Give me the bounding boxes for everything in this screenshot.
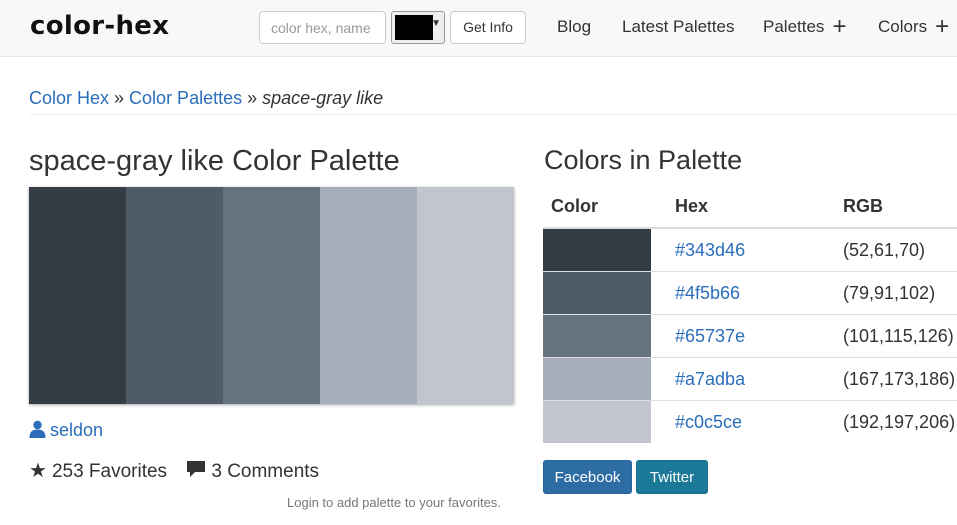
breadcrumb-home[interactable]: Color Hex — [29, 88, 109, 108]
hex-link[interactable]: #65737e — [675, 326, 745, 346]
table-row: #4f5b66 (79,91,102) — [543, 271, 957, 315]
palette-swatch[interactable] — [126, 187, 223, 404]
column-header-color: Color — [543, 185, 667, 229]
hex-link[interactable]: #c0c5ce — [675, 412, 742, 432]
rgb-cell: (192,197,206) — [835, 400, 957, 443]
breadcrumb: Color Hex» Color Palettes» space-gray like — [29, 88, 957, 115]
color-swatch — [543, 315, 651, 357]
color-swatch-cell — [543, 314, 667, 358]
facebook-share-button[interactable]: Facebook — [543, 460, 632, 494]
hex-link[interactable]: #343d46 — [675, 240, 745, 260]
nav-palettes[interactable]: Palettes + — [763, 13, 847, 40]
comment-icon — [187, 461, 206, 477]
login-note: Login to add palette to your favorites. — [287, 495, 501, 510]
favorites-count: 253 Favorites — [51, 461, 168, 482]
palette-swatch[interactable] — [223, 187, 320, 404]
hex-cell: #4f5b66 — [667, 271, 835, 315]
rgb-cell: (167,173,186) — [835, 357, 957, 401]
table-row: #65737e (101,115,126) — [543, 314, 957, 358]
twitter-share-button[interactable]: Twitter — [636, 460, 708, 494]
star-icon[interactable]: ★ — [29, 460, 47, 482]
rgb-cell: (79,91,102) — [835, 271, 957, 315]
hex-cell: #343d46 — [667, 227, 835, 272]
site-logo[interactable]: color-hex — [30, 11, 169, 41]
rgb-cell: (52,61,70) — [835, 227, 957, 272]
get-info-button[interactable]: Get Info — [450, 11, 526, 44]
page-title: space-gray like Color Palette — [29, 145, 400, 177]
breadcrumb-separator: » — [247, 88, 258, 108]
hex-link[interactable]: #a7adba — [675, 369, 745, 389]
color-swatch — [543, 229, 651, 271]
plus-icon: + — [935, 13, 950, 40]
nav-latest-palettes[interactable]: Latest Palettes — [622, 17, 734, 37]
rgb-cell: (101,115,126) — [835, 314, 957, 358]
author-link[interactable]: seldon — [50, 420, 103, 440]
palette-swatch[interactable] — [29, 187, 126, 404]
color-swatch-cell — [543, 271, 667, 315]
colors-section-title: Colors in Palette — [544, 145, 743, 175]
palette-swatch[interactable] — [320, 187, 417, 404]
column-header-hex: Hex — [667, 185, 835, 229]
dropdown-arrow-icon: ▼ — [431, 18, 441, 29]
hex-cell: #65737e — [667, 314, 835, 358]
color-swatch — [543, 401, 651, 443]
breadcrumb-separator: » — [114, 88, 125, 108]
user-icon — [29, 420, 46, 438]
color-picker-swatch — [395, 15, 433, 40]
hex-link[interactable]: #4f5b66 — [675, 283, 740, 303]
nav-colors[interactable]: Colors + — [878, 13, 950, 40]
color-swatch-cell — [543, 400, 667, 443]
author: seldon — [29, 420, 103, 441]
color-picker[interactable]: ▼ — [391, 11, 445, 44]
plus-icon: + — [832, 13, 847, 40]
nav-blog[interactable]: Blog — [557, 17, 591, 37]
palette-swatch[interactable] — [417, 187, 514, 404]
breadcrumb-current: space-gray like — [262, 88, 384, 108]
nav-colors-label: Colors — [878, 17, 928, 36]
color-swatch-cell — [543, 227, 667, 272]
hex-cell: #a7adba — [667, 357, 835, 401]
breadcrumb-palettes[interactable]: Color Palettes — [129, 88, 242, 108]
column-header-rgb: RGB — [835, 185, 957, 229]
site-header: color-hex ▼ Get Info Blog Latest Palette… — [0, 0, 957, 57]
palette-stats: ★ 253 Favorites 3 Comments — [29, 458, 319, 483]
hex-cell: #c0c5ce — [667, 400, 835, 443]
search-input[interactable] — [259, 11, 386, 44]
table-row: #a7adba (167,173,186) — [543, 357, 957, 401]
colors-table: Color Hex RGB #343d46 (52,61,70) #4f5b66 (7… — [543, 185, 957, 443]
table-row: #c0c5ce (192,197,206) — [543, 400, 957, 443]
nav-palettes-label: Palettes — [763, 17, 825, 36]
color-swatch — [543, 272, 651, 314]
palette-preview — [29, 187, 514, 404]
comments-count: 3 Comments — [211, 461, 320, 482]
table-row: #343d46 (52,61,70) — [543, 227, 957, 272]
color-swatch — [543, 358, 651, 400]
color-swatch-cell — [543, 357, 667, 401]
